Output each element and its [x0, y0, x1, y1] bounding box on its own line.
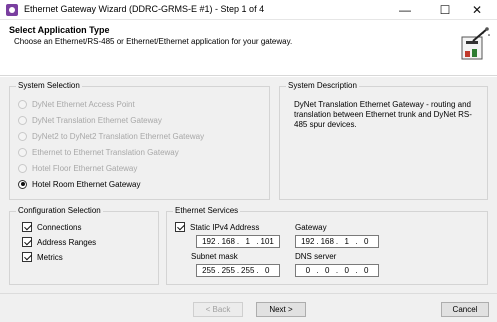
page-title: Select Application Type: [9, 25, 110, 35]
radio-dynet2-translation-gateway[interactable]: DyNet2 to DyNet2 Translation Ethernet Ga…: [18, 130, 204, 142]
ip-octet: 255: [202, 266, 216, 275]
checkbox-connections[interactable]: Connections: [22, 221, 81, 233]
system-description-group: System Description DyNet Translation Eth…: [279, 81, 488, 200]
checkbox-label: Connections: [37, 222, 82, 232]
close-button[interactable]: ✕: [457, 0, 497, 20]
ip-octet: 255: [241, 266, 255, 275]
minimize-button[interactable]: —: [385, 0, 425, 20]
ip-octet: 168: [320, 237, 334, 246]
radio-button[interactable]: [18, 115, 27, 125]
ip-octet: 192: [202, 237, 216, 246]
radio-button[interactable]: [18, 131, 27, 141]
ip-octet: 0: [305, 266, 311, 275]
gateway-field[interactable]: 192. 168. 1. 0: [295, 235, 379, 248]
app-icon: [6, 4, 18, 16]
configuration-selection-group: Configuration Selection Connections Addr…: [9, 206, 159, 285]
ip-octet: 255: [221, 266, 235, 275]
checkbox-address-ranges[interactable]: Address Ranges: [22, 236, 96, 248]
checkbox-metrics[interactable]: Metrics: [22, 251, 63, 263]
radio-ethernet-translation-gateway[interactable]: Ethernet to Ethernet Translation Gateway: [18, 146, 179, 158]
ip-octet: 0: [325, 266, 330, 275]
system-selection-group: System Selection DyNet Ethernet Access P…: [9, 81, 270, 200]
radio-label: Hotel Room Ethernet Gateway: [32, 179, 141, 189]
ip-octet: 0: [264, 266, 270, 275]
ip-octet: 0: [344, 266, 349, 275]
checkbox-label: Address Ranges: [37, 237, 97, 247]
title-bar: Ethernet Gateway Wizard (DDRC-GRMS-E #1)…: [0, 0, 497, 20]
radio-label: Ethernet to Ethernet Translation Gateway: [32, 147, 179, 157]
ip-octet: 101: [260, 237, 274, 246]
ip-octet: 192: [301, 237, 315, 246]
checkbox[interactable]: [175, 222, 185, 232]
radio-dynet-translation-gateway[interactable]: DyNet Translation Ethernet Gateway: [18, 114, 162, 126]
maximize-icon: ☐: [439, 3, 451, 17]
dns-server-field[interactable]: 0. 0. 0. 0: [295, 264, 379, 277]
wizard-footer: < Back Next > Cancel: [0, 294, 497, 322]
radio-hotel-floor-gateway[interactable]: Hotel Floor Ethernet Gateway: [18, 162, 137, 174]
radio-button[interactable]: [18, 163, 27, 173]
window-title: Ethernet Gateway Wizard (DDRC-GRMS-E #1)…: [24, 4, 265, 14]
subnet-mask-field[interactable]: 255. 255. 255. 0: [196, 264, 280, 277]
checkbox-label: Metrics: [37, 252, 63, 262]
wizard-header: Select Application Type Choose an Ethern…: [0, 20, 497, 76]
checkbox[interactable]: [22, 252, 32, 262]
minimize-icon: —: [399, 3, 411, 17]
wizard-body: System Selection DyNet Ethernet Access P…: [0, 77, 497, 293]
ip-address-field[interactable]: 192. 168. 1. 101: [196, 235, 280, 248]
radio-dynet-access-point[interactable]: DyNet Ethernet Access Point: [18, 98, 135, 110]
configuration-selection-title: Configuration Selection: [16, 206, 103, 215]
system-description-text: DyNet Translation Ethernet Gateway - rou…: [294, 100, 472, 129]
checkbox[interactable]: [22, 237, 32, 247]
wizard-icon: [461, 27, 490, 60]
back-button[interactable]: < Back: [193, 302, 243, 317]
ethernet-services-title: Ethernet Services: [173, 206, 241, 215]
dns-server-label: DNS server: [295, 252, 337, 261]
radio-label: DyNet Ethernet Access Point: [32, 99, 135, 109]
ip-octet: 168: [221, 237, 235, 246]
subnet-mask-label: Subnet mask: [191, 252, 238, 261]
ip-octet: 0: [363, 266, 369, 275]
page-subtitle: Choose an Ethernet/RS-485 or Ethernet/Et…: [14, 37, 293, 46]
system-description-title: System Description: [286, 81, 359, 90]
radio-label: Hotel Floor Ethernet Gateway: [32, 163, 138, 173]
cancel-button[interactable]: Cancel: [441, 302, 489, 317]
ip-octet: 0: [363, 237, 369, 246]
close-icon: ✕: [471, 3, 483, 17]
checkbox-static-ipv4[interactable]: Static IPv4 Address: [175, 221, 259, 233]
gateway-label: Gateway: [295, 223, 327, 232]
radio-hotel-room-gateway[interactable]: Hotel Room Ethernet Gateway: [18, 178, 141, 190]
ip-octet: 1: [245, 237, 250, 246]
radio-button[interactable]: [18, 99, 27, 109]
radio-label: DyNet2 to DyNet2 Translation Ethernet Ga…: [32, 131, 205, 141]
radio-label: DyNet Translation Ethernet Gateway: [32, 115, 162, 125]
checkbox[interactable]: [22, 222, 32, 232]
system-selection-title: System Selection: [16, 81, 82, 90]
ethernet-services-group: Ethernet Services Static IPv4 Address 19…: [166, 206, 488, 285]
radio-button[interactable]: [18, 147, 27, 157]
radio-button[interactable]: [18, 179, 27, 189]
next-button[interactable]: Next >: [256, 302, 306, 317]
checkbox-label: Static IPv4 Address: [190, 222, 260, 232]
ip-octet: 1: [344, 237, 349, 246]
